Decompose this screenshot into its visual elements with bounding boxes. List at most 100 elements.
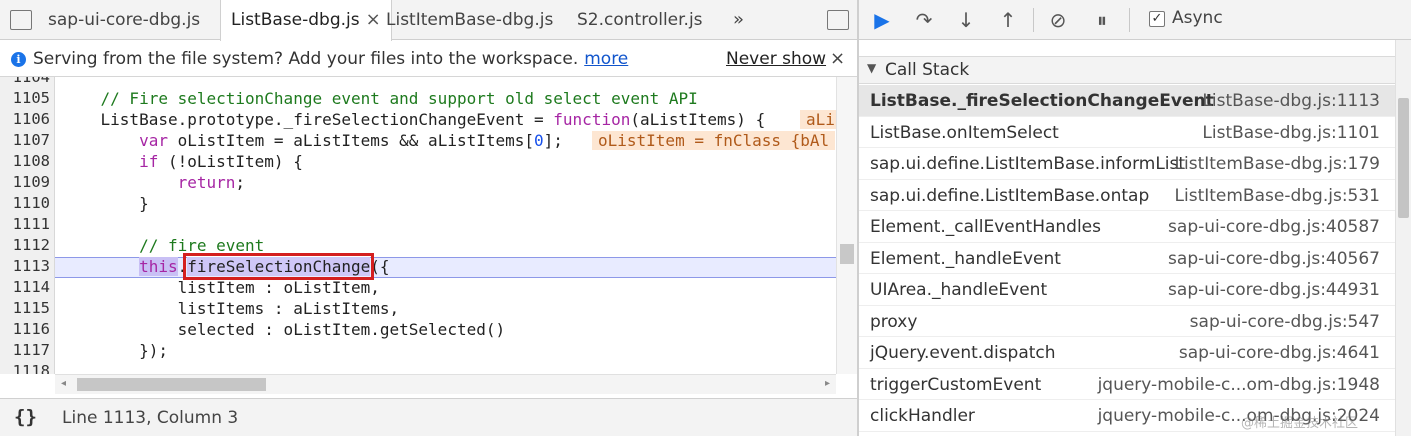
call-frame-name: ListBase.onItemSelect (870, 122, 1059, 143)
async-label: Async (1172, 8, 1223, 28)
step-into-icon[interactable]: ↓ (953, 7, 979, 33)
call-frame-location[interactable]: ListBase-dbg.js:1101 (1202, 123, 1380, 143)
line-number[interactable]: 1117 (0, 341, 50, 359)
call-frame-location[interactable]: ListItemBase-dbg.js:179 (1175, 154, 1380, 174)
tab-sap-ui-core[interactable]: sap-ui-core-dbg.js (48, 0, 200, 40)
line-number[interactable]: 1115 (0, 299, 50, 317)
line-number[interactable]: 1109 (0, 173, 50, 191)
tab-listitembase[interactable]: ListItemBase-dbg.js (386, 0, 553, 40)
line-number[interactable]: 1112 (0, 236, 50, 254)
cursor-position: Line 1113, Column 3 (62, 408, 239, 428)
vertical-scrollbar[interactable] (836, 77, 857, 374)
sidebar-scroll-thumb[interactable] (1398, 98, 1409, 218)
toggle-navigator-icon[interactable] (10, 10, 32, 30)
code-line: // fire event (62, 236, 265, 255)
async-checkbox[interactable]: ✓ (1149, 11, 1165, 27)
line-number[interactable]: 1114 (0, 278, 50, 296)
call-frame[interactable]: ListBase._fireSelectionChangeEvent ListBa… (859, 85, 1395, 117)
call-frame-location[interactable]: sap-ui-core-dbg.js:40567 (1168, 249, 1380, 269)
sidebar-scrollbar[interactable] (1395, 40, 1411, 436)
more-link[interactable]: more (584, 49, 628, 69)
toolbar-separator (1129, 8, 1130, 32)
code-line: listItem : oListItem, (62, 278, 380, 297)
inline-value-oListItem: oListItem = fnClass {bAl (592, 131, 836, 150)
deactivate-breakpoints-icon[interactable]: ⊘ (1045, 7, 1071, 33)
line-number[interactable]: 1105 (0, 89, 50, 107)
line-number[interactable]: 1106 (0, 110, 50, 128)
debugger-sidebar: ▶ ↷ ↓ ↑ ⊘ ⏸ ✓ Async ▼ Call Stack ListBas… (859, 0, 1411, 436)
pause-on-exceptions-icon[interactable]: ⏸ (1089, 7, 1115, 33)
code-line: return; (177, 173, 246, 192)
code-line: selected : oListItem.getSelected() (62, 320, 506, 339)
editor-tab-bar: sap-ui-core-dbg.js ListBase-dbg.js × List… (0, 0, 857, 41)
line-number[interactable]: 1110 (0, 194, 50, 212)
call-frame[interactable]: proxy sap-ui-core-dbg.js:547 (859, 306, 1395, 337)
line-number-gutter[interactable]: 1104 1105 1106 1107 1108 1109 1110 1111 1112 1113… (0, 77, 55, 374)
call-stack-title: Call Stack (885, 60, 970, 80)
step-over-icon[interactable]: ↷ (911, 7, 937, 33)
never-show-link[interactable]: Never show (726, 41, 826, 77)
toggle-debugger-icon[interactable] (827, 10, 849, 30)
call-frame-location[interactable]: sap-ui-core-dbg.js:44931 (1168, 280, 1380, 300)
scroll-right-icon[interactable]: ▸ (825, 378, 830, 389)
call-frame-location[interactable]: ListBase-dbg.js:1113 (1202, 91, 1380, 111)
collapse-triangle-icon[interactable]: ▼ (867, 61, 876, 75)
tab-close-icon[interactable]: × (366, 9, 381, 30)
line-number[interactable]: 1116 (0, 320, 50, 338)
call-frame[interactable]: UIArea._handleEvent sap-ui-core-dbg.js:44… (859, 274, 1395, 306)
call-frame-location[interactable]: sap-ui-core-dbg.js:40587 (1168, 217, 1380, 237)
tab-s2-controller[interactable]: S2.controller.js (577, 0, 703, 40)
line-number[interactable]: 1113 (0, 257, 50, 275)
close-icon[interactable]: × (830, 41, 845, 77)
horizontal-scroll-thumb[interactable] (77, 378, 266, 391)
call-frame-location[interactable]: sap-ui-core-dbg.js:4641 (1179, 343, 1380, 363)
vertical-scroll-thumb[interactable] (840, 244, 854, 264)
code-line: // Fire selectionChange event and suppor… (62, 89, 698, 108)
tab-listbase[interactable]: ListBase-dbg.js × (220, 0, 392, 41)
editor-status-bar: {} Line 1113, Column 3 (0, 398, 857, 436)
call-frame-name: Element._callEventHandles (870, 217, 1102, 237)
current-code-line: this.fireSelectionChange({ (139, 253, 390, 280)
call-frame-name: sap.ui.define.ListItemBase.informList (870, 154, 1186, 174)
call-frame[interactable]: sap.ui.define.ListItemBase.ontap ListItem… (859, 180, 1395, 211)
call-frame[interactable]: sap.ui.define.ListItemBase.informList Lis… (859, 148, 1395, 180)
code-editor[interactable]: 1104 1105 1106 1107 1108 1109 1110 1111 1112 1113… (0, 77, 857, 374)
code-line: } (62, 194, 149, 213)
line-number[interactable]: 1111 (0, 215, 50, 233)
horizontal-scrollbar[interactable]: ◂ ▸ (55, 374, 836, 394)
call-frame-name: sap.ui.define.ListItemBase.ontap (870, 185, 1150, 206)
step-out-icon[interactable]: ↑ (995, 7, 1021, 33)
call-frame[interactable]: ListBase.onItemSelect ListBase-dbg.js:110… (859, 117, 1395, 148)
pretty-print-button[interactable]: {} (14, 406, 37, 428)
line-number[interactable]: 1118 (0, 362, 50, 374)
call-frame-name: jQuery.event.dispatch (870, 343, 1056, 363)
call-frame[interactable]: Element._callEventHandles sap-ui-core-dbg… (859, 211, 1395, 243)
call-frame-name: ListBase._fireSelectionChangeEvent (870, 91, 1214, 111)
call-frame-location[interactable]: sap-ui-core-dbg.js:547 (1190, 312, 1380, 332)
line-number[interactable]: 1108 (0, 152, 50, 170)
code-line: var oListItem = aListItems && aListItems… (139, 131, 563, 150)
call-frame-location[interactable]: ListItemBase-dbg.js:531 (1175, 186, 1380, 206)
debugger-toolbar: ▶ ↷ ↓ ↑ ⊘ ⏸ ✓ Async (859, 0, 1411, 40)
code-line: ListBase.prototype._fireSelectionChangeE… (62, 110, 766, 129)
resume-icon[interactable]: ▶ (869, 7, 895, 33)
line-number[interactable]: 1107 (0, 131, 50, 149)
call-frame[interactable]: Element._handleEvent sap-ui-core-dbg.js:4… (859, 243, 1395, 274)
call-frame-name: proxy (870, 311, 918, 332)
call-frame-name: Element._handleEvent (870, 248, 1061, 269)
line-number[interactable]: 1104 (0, 77, 50, 86)
call-frame-name: UIArea._handleEvent (870, 280, 1048, 300)
code-line: }); (62, 341, 168, 360)
call-stack-header[interactable]: ▼ Call Stack (859, 56, 1395, 84)
tab-overflow-icon[interactable]: » (733, 0, 744, 40)
workspace-infobar: i Serving from the file system? Add your… (0, 41, 857, 77)
call-frame[interactable]: triggerCustomEvent jquery-mobile-c...om-d… (859, 369, 1395, 400)
call-frame[interactable]: jQuery.event.dispatch sap-ui-core-dbg.js:… (859, 337, 1395, 369)
call-frame-location[interactable]: jquery-mobile-c...om-dbg.js:1948 (1098, 375, 1380, 395)
scroll-left-icon[interactable]: ◂ (61, 378, 66, 389)
call-stack-list: ListBase._fireSelectionChangeEvent ListBa… (859, 85, 1395, 432)
paused-call-highlight[interactable]: fireSelectionChange (183, 253, 375, 280)
infobar-message: Serving from the file system? Add your f… (33, 49, 579, 69)
watermark: @稀土掘金技术社区 (1241, 416, 1359, 431)
sources-pane: sap-ui-core-dbg.js ListBase-dbg.js × List… (0, 0, 857, 436)
